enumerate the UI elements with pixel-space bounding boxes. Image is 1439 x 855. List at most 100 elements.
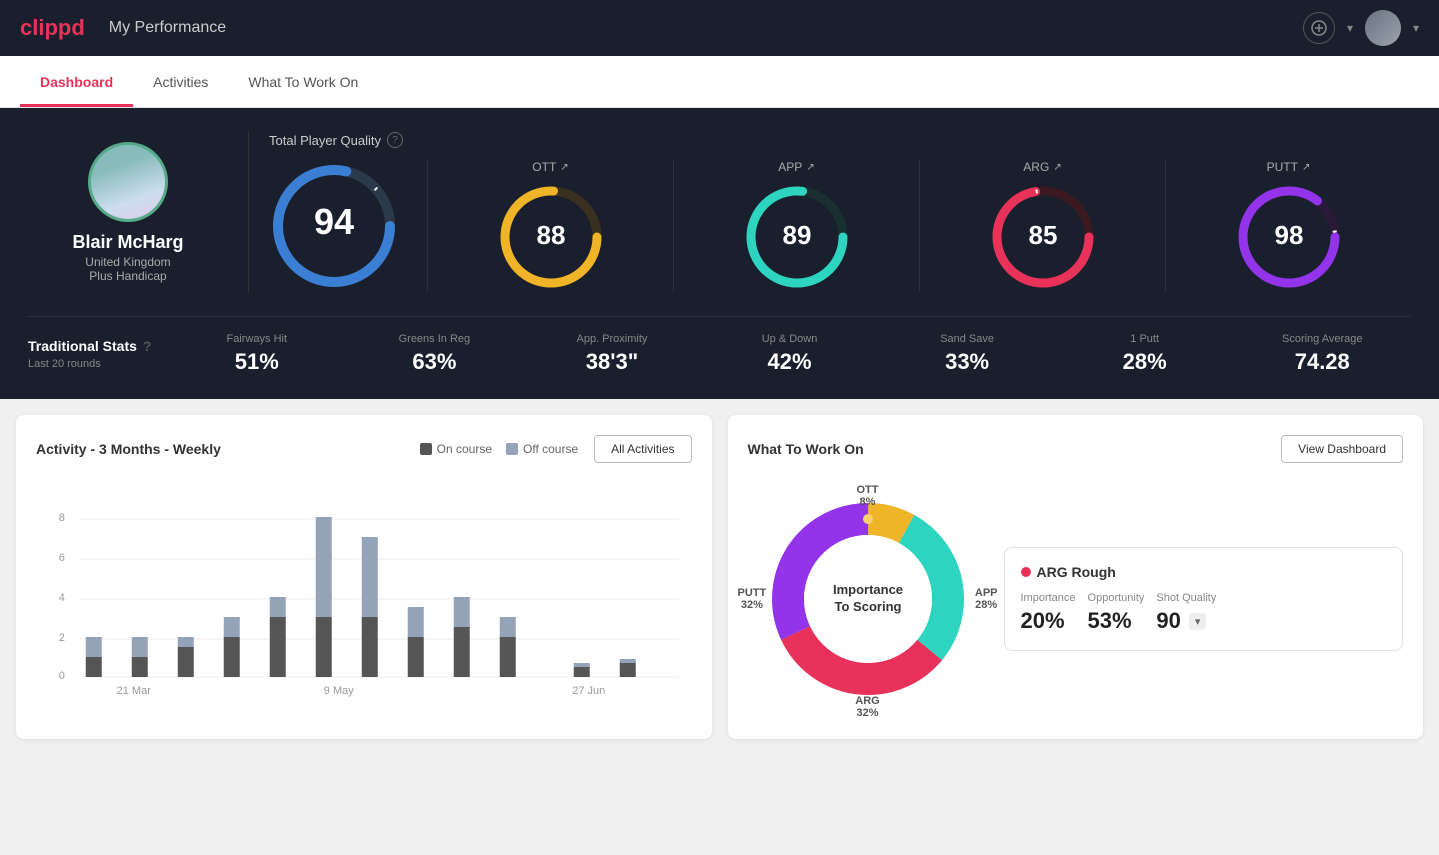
hero-top: Blair McHarg United Kingdom Plus Handica… [28, 132, 1411, 292]
stat-up-and-down-value: 42% [701, 349, 879, 375]
bar [574, 663, 590, 667]
player-avatar-image [91, 145, 165, 219]
trad-stats-title: Traditional Stats ? [28, 338, 168, 354]
activity-card: Activity - 3 Months - Weekly On course O… [16, 415, 712, 739]
detail-importance-value: 20% [1021, 608, 1076, 634]
legend-on-course: On course [420, 442, 492, 456]
stat-sand-save-value: 33% [878, 349, 1056, 375]
work-detail-title: ARG Rough [1021, 564, 1387, 580]
stat-greens-in-reg: Greens In Reg 63% [346, 333, 524, 375]
gauge-ott: OTT ↗ 88 [427, 160, 673, 292]
svg-text:2: 2 [59, 632, 65, 644]
bar [178, 637, 194, 647]
gauge-ott-label: OTT ↗ [532, 160, 568, 174]
activity-card-header: Activity - 3 Months - Weekly On course O… [36, 435, 692, 463]
svg-text:88: 88 [536, 220, 565, 250]
gauge-arg-label: ARG ↗ [1023, 160, 1061, 174]
donut-chart-svg: Importance To Scoring [748, 479, 988, 719]
detail-opportunity-value: 53% [1088, 608, 1145, 634]
hero-section: Blair McHarg United Kingdom Plus Handica… [0, 108, 1439, 399]
player-info: Blair McHarg United Kingdom Plus Handica… [28, 142, 228, 283]
ott-arrow: ↗ [560, 162, 568, 173]
bar-chart-svg: 0 2 4 6 8 [36, 479, 692, 699]
gauge-app: APP ↗ 89 [673, 160, 919, 292]
gauges-row: 94 OTT ↗ 88 [269, 160, 1411, 292]
activity-card-title: Activity - 3 Months - Weekly [36, 441, 221, 457]
work-detail-stats-row: Importance 20% Opportunity 53% Shot Qual… [1021, 592, 1387, 634]
divider [248, 132, 249, 292]
tab-dashboard[interactable]: Dashboard [20, 56, 133, 107]
quality-label: Total Player Quality ? [269, 132, 1411, 148]
svg-text:0: 0 [59, 670, 65, 682]
bar [362, 537, 378, 617]
bar [408, 637, 424, 677]
bar-chart-area: 0 2 4 6 8 [36, 479, 692, 679]
bar [132, 637, 148, 657]
donut-label-ott: OTT 8% [857, 484, 879, 508]
trad-stats-help-icon[interactable]: ? [143, 338, 152, 354]
tab-activities[interactable]: Activities [133, 56, 228, 107]
stat-fairways-hit-value: 51% [168, 349, 346, 375]
arg-arrow: ↗ [1053, 162, 1061, 173]
svg-text:Importance: Importance [832, 582, 902, 597]
stat-sand-save-label: Sand Save [878, 333, 1056, 345]
stat-greens-in-reg-label: Greens In Reg [346, 333, 524, 345]
add-button[interactable] [1303, 12, 1335, 44]
gauge-arg: ARG ↗ 85 [919, 160, 1165, 292]
nav-tabs: Dashboard Activities What To Work On [0, 56, 1439, 108]
bar [178, 647, 194, 677]
detail-quality-badge: ▾ [1189, 613, 1207, 630]
bar [500, 637, 516, 677]
detail-opportunity-label: Opportunity [1088, 592, 1145, 604]
tab-what-to-work-on[interactable]: What To Work On [228, 56, 378, 107]
svg-text:27 Jun: 27 Jun [572, 685, 605, 697]
donut-label-arg: ARG 32% [855, 695, 879, 719]
bar [224, 637, 240, 677]
bar [86, 637, 102, 657]
svg-text:4: 4 [59, 592, 65, 604]
gauge-app-label: APP ↗ [778, 160, 814, 174]
stat-1-putt: 1 Putt 28% [1056, 333, 1234, 375]
detail-dot [1021, 567, 1031, 577]
logo: clippd [20, 15, 85, 41]
header-title: My Performance [109, 19, 226, 37]
traditional-stats: Traditional Stats ? Last 20 rounds Fairw… [28, 316, 1411, 375]
donut-label-app: APP 28% [975, 587, 998, 611]
work-on-card: What To Work On View Dashboard [728, 415, 1424, 739]
legend: On course Off course [420, 442, 579, 456]
bar [362, 617, 378, 677]
svg-text:6: 6 [59, 552, 65, 564]
player-avatar [88, 142, 168, 222]
detail-quality-value: 90 [1156, 608, 1180, 634]
svg-text:85: 85 [1028, 220, 1057, 250]
detail-opportunity-col: Opportunity 53% [1088, 592, 1145, 634]
stat-scoring-average: Scoring Average 74.28 [1233, 333, 1411, 375]
svg-text:98: 98 [1274, 220, 1303, 250]
bar [132, 657, 148, 677]
stat-up-and-down: Up & Down 42% [701, 333, 879, 375]
all-activities-button[interactable]: All Activities [594, 435, 691, 463]
svg-text:To Scoring: To Scoring [834, 599, 901, 614]
bar [620, 659, 636, 663]
putt-arrow: ↗ [1302, 162, 1310, 173]
svg-text:21 Mar: 21 Mar [117, 685, 152, 697]
avatar-chevron: ▾ [1413, 21, 1419, 35]
svg-text:89: 89 [782, 220, 811, 250]
player-handicap: Plus Handicap [89, 269, 166, 283]
stat-up-and-down-label: Up & Down [701, 333, 879, 345]
view-dashboard-button[interactable]: View Dashboard [1281, 435, 1403, 463]
bar [500, 617, 516, 637]
activity-header-right: On course Off course All Activities [420, 435, 692, 463]
detail-importance-col: Importance 20% [1021, 592, 1076, 634]
work-on-title: What To Work On [748, 441, 864, 457]
stat-scoring-average-value: 74.28 [1233, 349, 1411, 375]
legend-off-course-label: Off course [523, 442, 578, 456]
app-arrow: ↗ [806, 162, 814, 173]
bar [574, 667, 590, 677]
help-icon[interactable]: ? [387, 132, 403, 148]
avatar[interactable] [1365, 10, 1401, 46]
work-on-content: Importance To Scoring OTT 8% [748, 479, 1404, 719]
gauge-putt-label: PUTT ↗ [1267, 160, 1311, 174]
svg-text:94: 94 [314, 201, 354, 242]
bar [86, 657, 102, 677]
